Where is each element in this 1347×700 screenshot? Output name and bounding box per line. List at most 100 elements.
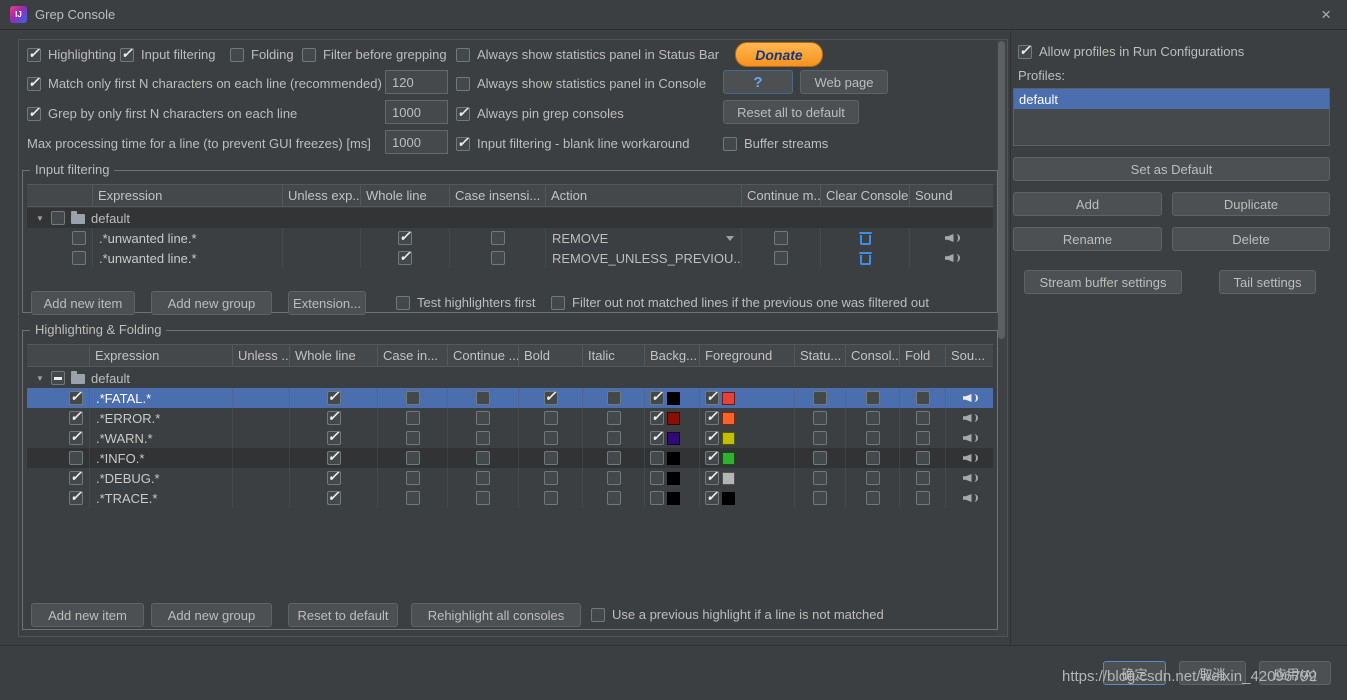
sound-icon[interactable] bbox=[963, 432, 978, 444]
background-color-swatch[interactable] bbox=[667, 431, 680, 445]
col-sound[interactable]: Sound bbox=[910, 185, 993, 206]
folding-checkbox[interactable]: Folding bbox=[230, 47, 294, 62]
col-italic[interactable]: Italic bbox=[583, 345, 645, 366]
col-case[interactable]: Case in... bbox=[378, 345, 448, 366]
whole-line-checkbox[interactable] bbox=[398, 248, 412, 265]
continue-checkbox[interactable] bbox=[476, 431, 490, 445]
use-previous-highlight-checkbox[interactable]: Use a previous highlight if a line is no… bbox=[591, 607, 884, 622]
col-case-insensitive[interactable]: Case insensi... bbox=[450, 185, 546, 206]
filter-before-grepping-checkbox[interactable]: Filter before grepping bbox=[302, 47, 447, 62]
status-bar-checkbox[interactable] bbox=[813, 491, 827, 505]
status-bar-checkbox[interactable] bbox=[813, 451, 827, 465]
italic-checkbox[interactable] bbox=[606, 411, 621, 425]
buffer-streams-checkbox[interactable]: Buffer streams bbox=[723, 136, 828, 151]
foreground-color-swatch[interactable] bbox=[722, 431, 735, 445]
whole-line-checkbox[interactable] bbox=[326, 408, 341, 425]
foreground-color-swatch[interactable] bbox=[722, 411, 735, 425]
add-new-item-button[interactable]: Add new item bbox=[31, 291, 135, 315]
sound-icon[interactable] bbox=[963, 452, 978, 464]
delete-profile-button[interactable]: Delete bbox=[1172, 227, 1330, 251]
case-checkbox[interactable] bbox=[405, 471, 420, 485]
background-color-swatch[interactable] bbox=[667, 491, 680, 505]
allow-profiles-checkbox[interactable]: Allow profiles in Run Configurations bbox=[1018, 42, 1244, 59]
background-checkbox[interactable] bbox=[650, 388, 664, 405]
sound-icon[interactable] bbox=[963, 472, 978, 484]
grep-first-n-input[interactable] bbox=[385, 100, 448, 124]
sound-icon[interactable] bbox=[945, 252, 960, 264]
col-continue[interactable]: Continue m... bbox=[742, 185, 821, 206]
input-filtering-checkbox[interactable]: Input filtering bbox=[120, 45, 215, 62]
match-first-n-input[interactable] bbox=[385, 70, 448, 94]
expression-cell[interactable]: .*unwanted line.* bbox=[93, 248, 283, 268]
bold-checkbox[interactable] bbox=[543, 411, 558, 425]
col-expression[interactable]: Expression bbox=[93, 185, 283, 206]
col-unless[interactable]: Unless ... bbox=[233, 345, 290, 366]
case-checkbox[interactable] bbox=[405, 411, 420, 425]
enabled-checkbox[interactable] bbox=[69, 451, 83, 465]
web-page-button[interactable]: Web page bbox=[800, 70, 888, 94]
status-bar-checkbox[interactable] bbox=[813, 411, 827, 425]
continue-checkbox[interactable] bbox=[476, 471, 490, 485]
test-highlighters-checkbox[interactable]: Test highlighters first bbox=[396, 295, 536, 310]
bold-checkbox[interactable] bbox=[543, 451, 558, 465]
bold-checkbox[interactable] bbox=[543, 491, 558, 505]
italic-checkbox[interactable] bbox=[606, 491, 621, 505]
trash-icon[interactable] bbox=[858, 231, 872, 245]
sound-icon[interactable] bbox=[945, 232, 960, 244]
italic-checkbox[interactable] bbox=[606, 451, 621, 465]
trash-icon[interactable] bbox=[858, 251, 872, 265]
background-color-swatch[interactable] bbox=[667, 391, 680, 405]
foreground-checkbox[interactable] bbox=[705, 408, 719, 425]
set-as-default-button[interactable]: Set as Default bbox=[1013, 157, 1330, 181]
whole-line-checkbox[interactable] bbox=[326, 428, 341, 445]
extension-button[interactable]: Extension... bbox=[288, 291, 366, 315]
sound-icon[interactable] bbox=[963, 392, 978, 404]
expression-cell[interactable]: .*unwanted line.* bbox=[93, 228, 283, 248]
foreground-checkbox[interactable] bbox=[705, 428, 719, 445]
stats-console-checkbox[interactable]: Always show statistics panel in Console bbox=[456, 76, 706, 91]
filter-row[interactable]: .*unwanted line.* REMOVE_UNLESS_PREVIOU.… bbox=[27, 248, 993, 268]
max-time-input[interactable] bbox=[385, 130, 448, 154]
filter-out-not-matched-checkbox[interactable]: Filter out not matched lines if the prev… bbox=[551, 295, 929, 310]
rename-profile-button[interactable]: Rename bbox=[1013, 227, 1162, 251]
enabled-checkbox[interactable] bbox=[72, 251, 86, 265]
foreground-color-swatch[interactable] bbox=[722, 471, 735, 485]
background-checkbox[interactable] bbox=[650, 428, 664, 445]
expression-cell[interactable]: .*DEBUG.* bbox=[90, 468, 233, 488]
col-foreground[interactable]: Foreground bbox=[700, 345, 795, 366]
reset-to-default-button[interactable]: Reset to default bbox=[288, 603, 398, 627]
match-first-n-checkbox[interactable]: Match only first N characters on each li… bbox=[27, 74, 382, 91]
foreground-checkbox[interactable] bbox=[705, 488, 719, 505]
italic-checkbox[interactable] bbox=[606, 471, 621, 485]
background-checkbox[interactable] bbox=[650, 408, 664, 425]
action-dropdown[interactable]: REMOVE_UNLESS_PREVIOU... bbox=[546, 248, 742, 268]
continue-checkbox[interactable] bbox=[774, 251, 788, 265]
highlight-group-row[interactable]: ▼ default bbox=[27, 368, 993, 388]
fold-checkbox[interactable] bbox=[915, 451, 930, 465]
case-checkbox[interactable] bbox=[405, 491, 420, 505]
col-unless[interactable]: Unless exp... bbox=[283, 185, 361, 206]
italic-checkbox[interactable] bbox=[606, 431, 621, 445]
col-select[interactable] bbox=[27, 345, 90, 366]
scrollbar-thumb[interactable] bbox=[998, 41, 1005, 339]
console-count-checkbox[interactable] bbox=[865, 431, 880, 445]
fold-checkbox[interactable] bbox=[915, 411, 930, 425]
whole-line-checkbox[interactable] bbox=[326, 448, 341, 465]
foreground-checkbox[interactable] bbox=[705, 388, 719, 405]
group-enabled-checkbox[interactable] bbox=[51, 371, 65, 385]
highlight-row[interactable]: .*WARN.* bbox=[27, 428, 993, 448]
col-background[interactable]: Backg... bbox=[645, 345, 700, 366]
foreground-checkbox[interactable] bbox=[705, 448, 719, 465]
help-button[interactable]: ? bbox=[723, 70, 793, 94]
background-color-swatch[interactable] bbox=[667, 451, 680, 465]
blank-line-workaround-checkbox[interactable]: Input filtering - blank line workaround bbox=[456, 134, 689, 151]
continue-checkbox[interactable] bbox=[476, 391, 490, 405]
case-checkbox[interactable] bbox=[405, 451, 420, 465]
tail-settings-button[interactable]: Tail settings bbox=[1219, 270, 1316, 294]
highlight-row[interactable]: .*TRACE.* bbox=[27, 488, 993, 508]
whole-line-checkbox[interactable] bbox=[326, 488, 341, 505]
col-sound[interactable]: Sou... bbox=[946, 345, 993, 366]
expression-cell[interactable]: .*ERROR.* bbox=[90, 408, 233, 428]
whole-line-checkbox[interactable] bbox=[326, 468, 341, 485]
reset-all-button[interactable]: Reset all to default bbox=[723, 100, 859, 124]
